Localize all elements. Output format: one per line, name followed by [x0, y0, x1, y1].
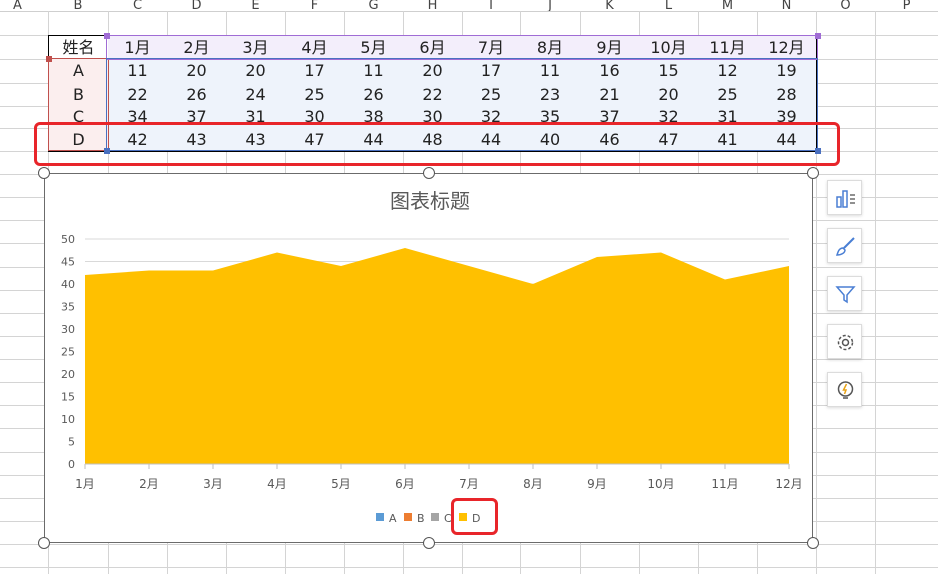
column-header-j[interactable]: J: [520, 0, 580, 11]
grid-column-line: [875, 11, 876, 574]
spreadsheet: ABCDEFGHIJKLMNOP 姓名 1月 2月 3月 4月 5月 6月 7月 8月 9月 10月…: [0, 0, 938, 574]
legend-swatch-b: [404, 513, 412, 521]
column-header-b[interactable]: B: [48, 0, 108, 11]
area-chart[interactable]: 图表标题 0 5 10 15 20 25 30 35 40 45 50 1月 2月 3月 4月 5月 6月 7月 8月…: [44, 173, 813, 543]
y-tick-label: 0: [68, 458, 75, 471]
chart-settings-button[interactable]: [827, 324, 862, 359]
x-tick-label: 8月: [523, 477, 543, 491]
column-header-i[interactable]: I: [462, 0, 520, 11]
chart-style-button[interactable]: [827, 228, 862, 263]
column-header-o[interactable]: O: [816, 0, 875, 11]
highlight-legend-d: [451, 498, 498, 535]
name-header-cell[interactable]: 姓名: [48, 35, 109, 60]
legend-label-a: A: [389, 512, 397, 525]
legend-swatch-a: [376, 513, 384, 521]
x-tick-label: 12月: [775, 477, 802, 491]
selection-header-range: [106, 35, 818, 60]
x-tick-label: 1月: [75, 477, 95, 491]
column-header-m[interactable]: M: [698, 0, 757, 11]
x-tick-label: 6月: [395, 477, 415, 491]
chart-elements-icon: [836, 190, 855, 208]
x-tick-label: 11月: [711, 477, 738, 491]
x-tick-label: 4月: [267, 477, 287, 491]
grid-row-line: [0, 567, 938, 568]
chart-elements-button[interactable]: [827, 180, 862, 215]
legend-label-b: B: [417, 512, 425, 525]
x-tick-label: 5月: [331, 477, 351, 491]
y-tick-label: 25: [61, 346, 75, 359]
chart-filter-button[interactable]: [827, 276, 862, 311]
column-header-f[interactable]: F: [285, 0, 344, 11]
column-header-g[interactable]: G: [344, 0, 403, 11]
y-tick-label: 30: [61, 323, 75, 336]
column-header-k[interactable]: K: [580, 0, 639, 11]
column-header-d[interactable]: D: [167, 0, 226, 11]
area-series-d: [85, 248, 789, 464]
chart-title: 图表标题: [390, 189, 470, 213]
chart-canvas: 图表标题 0 5 10 15 20 25 30 35 40 45 50 1月 2月 3月 4月 5月 6月 7月 8月…: [61, 189, 803, 525]
x-tick-label: 2月: [139, 477, 159, 491]
selection-handle[interactable]: [104, 33, 110, 39]
chart-resize-handle[interactable]: [807, 537, 819, 549]
column-header-a[interactable]: A: [0, 0, 48, 11]
chart-idea-bulb-icon: [837, 381, 854, 399]
selection-handle[interactable]: [815, 33, 821, 39]
y-tick-label: 15: [61, 391, 75, 404]
x-tick-label: 7月: [459, 477, 479, 491]
x-tick-label: 10月: [647, 477, 674, 491]
chart-settings-gear-icon: [837, 334, 854, 351]
y-tick-label: 45: [61, 256, 75, 269]
chart-style-brush-icon: [835, 237, 855, 256]
y-tick-label: 40: [61, 278, 75, 291]
legend-swatch-c: [431, 513, 439, 521]
x-tick-label: 3月: [203, 477, 223, 491]
selection-handle[interactable]: [46, 56, 52, 62]
y-tick-label: 10: [61, 413, 75, 426]
column-header-p[interactable]: P: [875, 0, 938, 11]
header-divider: [0, 11, 938, 12]
chart-resize-handle[interactable]: [423, 167, 435, 179]
chart-resize-handle[interactable]: [38, 537, 50, 549]
column-header-e[interactable]: E: [226, 0, 285, 11]
y-tick-label: 20: [61, 368, 75, 381]
chart-idea-button[interactable]: [827, 372, 862, 407]
column-header-c[interactable]: C: [108, 0, 167, 11]
column-header-l[interactable]: L: [639, 0, 698, 11]
column-header-n[interactable]: N: [757, 0, 816, 11]
chart-resize-handle[interactable]: [423, 537, 435, 549]
chart-resize-handle[interactable]: [807, 167, 819, 179]
y-tick-label: 5: [68, 436, 75, 449]
chart-resize-handle[interactable]: [38, 167, 50, 179]
chart-filter-icon: [835, 286, 856, 304]
grid-row-line: [0, 544, 938, 545]
y-tick-label: 35: [61, 301, 75, 314]
column-header-h[interactable]: H: [403, 0, 462, 11]
highlight-row-d: [34, 122, 840, 166]
x-tick-label: 9月: [587, 477, 607, 491]
y-tick-label: 50: [61, 233, 75, 246]
